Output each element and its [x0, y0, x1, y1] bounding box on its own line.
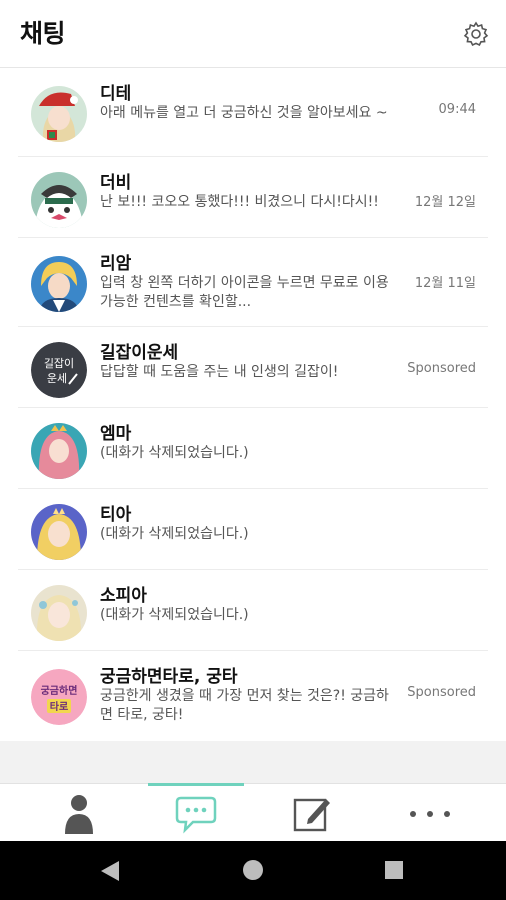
gear-icon[interactable] [462, 20, 490, 48]
avatar [31, 256, 87, 312]
chat-time: 12월 11일 [414, 276, 476, 291]
person-icon [65, 795, 93, 834]
chat-name: 궁금하면타로, 궁타 [100, 667, 238, 687]
more-icon [410, 811, 450, 817]
chat-name: 더비 [100, 173, 132, 193]
system-navigation-bar [0, 841, 506, 900]
chat-list: 디테 아래 메뉴를 열고 더 궁금하신 것을 알아보세요 ~ 09:44 더비 … [0, 68, 506, 740]
chat-time: 09:44 [438, 102, 476, 117]
chat-name: 엠마 [100, 424, 132, 444]
chat-row-sofia[interactable]: 소피아 (대화가 삭제되었습니다.) [18, 570, 488, 651]
sponsored-label: Sponsored [407, 361, 476, 376]
avatar [31, 423, 87, 479]
chat-preview: 난 보!!! 코오오 통했다!!! 비겼으니 다시!다시!! [100, 194, 379, 210]
avatar-text-line: 운세 [47, 372, 67, 385]
tab-write[interactable] [265, 784, 361, 842]
page-title: 채팅 [20, 19, 66, 48]
avatar: 길잡이 운세 [31, 342, 87, 398]
chat-name: 소피아 [100, 586, 147, 606]
chat-name: 리암 [100, 254, 132, 274]
chat-name: 디테 [100, 84, 132, 104]
chat-bubble-icon [175, 796, 217, 834]
list-footer-space [0, 741, 506, 783]
sponsored-label: Sponsored [407, 685, 476, 700]
chat-row-emma[interactable]: 엠마 (대화가 삭제되었습니다.) [18, 408, 488, 489]
avatar: 궁금하면 타로 [31, 669, 87, 725]
avatar [31, 172, 87, 228]
avatar [31, 86, 87, 142]
chat-row-tarot[interactable]: 궁금하면 타로 궁금하면타로, 궁타 궁금한게 생겼을 때 가장 먼저 찾는 것… [18, 651, 488, 740]
chat-row-liam[interactable]: 리암 입력 창 왼쪽 더하기 아이콘을 누르면 무료로 이용 가능한 컨텐츠를 … [18, 238, 488, 327]
chat-row-ditte[interactable]: 디테 아래 메뉴를 열고 더 궁금하신 것을 알아보세요 ~ 09:44 [18, 68, 488, 157]
chat-preview: 궁금한게 생겼을 때 가장 먼저 찾는 것은?! 궁금하면 타로, 궁타! [100, 688, 389, 723]
edit-icon [293, 798, 330, 832]
avatar [31, 585, 87, 641]
home-icon[interactable] [242, 859, 264, 881]
avatar-text-line: 타로 [50, 700, 68, 713]
bottom-tab-bar [0, 783, 506, 841]
chat-name: 길잡이운세 [100, 343, 179, 363]
tab-chats[interactable] [148, 783, 244, 842]
chat-preview: (대화가 삭제되었습니다.) [100, 607, 249, 623]
avatar-text-line: 길잡이 [44, 357, 74, 370]
chat-preview: 입력 창 왼쪽 더하기 아이콘을 누르면 무료로 이용 가능한 컨텐츠를 확인할… [100, 275, 389, 310]
chat-row-guide-fortune[interactable]: 길잡이 운세 길잡이운세 답답할 때 도움을 주는 내 인생의 길잡이! Spo… [18, 327, 488, 408]
chat-preview: (대화가 삭제되었습니다.) [100, 526, 249, 542]
tab-more[interactable] [382, 784, 478, 842]
tab-friends[interactable] [31, 784, 127, 842]
app-header: 채팅 [0, 0, 506, 68]
back-icon[interactable] [99, 859, 121, 883]
chat-row-derby[interactable]: 더비 난 보!!! 코오오 통했다!!! 비겼으니 다시!다시!! 12월 12… [18, 157, 488, 238]
recents-icon[interactable] [384, 860, 404, 880]
chat-time: 12월 12일 [414, 195, 476, 210]
active-tab-indicator [148, 783, 244, 786]
chat-preview: 답답할 때 도움을 주는 내 인생의 길잡이! [100, 364, 339, 380]
chat-preview: (대화가 삭제되었습니다.) [100, 445, 249, 461]
avatar-text-line: 궁금하면 [41, 684, 78, 697]
chat-row-tia[interactable]: 티아 (대화가 삭제되었습니다.) [18, 489, 488, 570]
chat-preview: 아래 메뉴를 열고 더 궁금하신 것을 알아보세요 ~ [100, 105, 388, 121]
chat-name: 티아 [100, 505, 132, 525]
avatar [31, 504, 87, 560]
